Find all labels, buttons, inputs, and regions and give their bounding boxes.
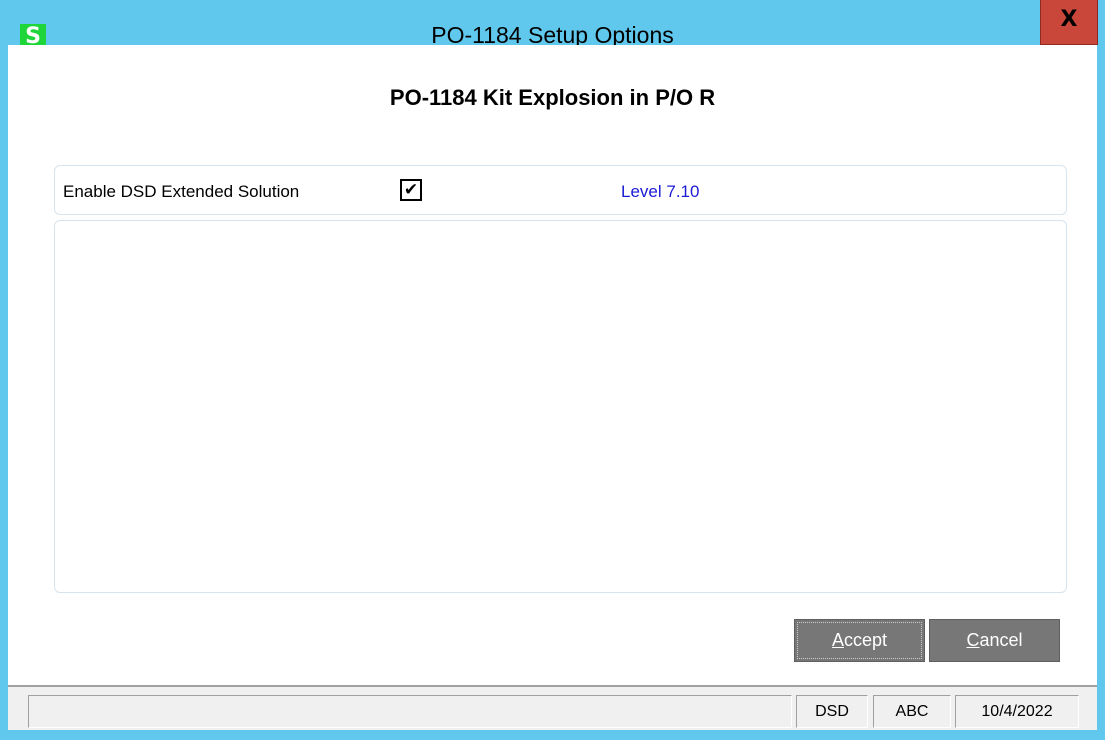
enable-dsd-checkbox[interactable]: ✔ bbox=[400, 179, 422, 201]
dialog-body: PO-1184 Kit Explosion in P/O R Enable DS… bbox=[8, 45, 1097, 730]
accept-label: ccept bbox=[843, 630, 888, 650]
cancel-button[interactable]: Cancel bbox=[929, 619, 1060, 662]
status-date: 10/4/2022 bbox=[955, 695, 1079, 728]
status-company: ABC bbox=[873, 695, 951, 728]
status-bar: DSD ABC 10/4/2022 bbox=[8, 685, 1097, 730]
cancel-mnemonic: C bbox=[966, 630, 980, 650]
enable-dsd-label: Enable DSD Extended Solution bbox=[63, 182, 300, 201]
close-button[interactable]: X bbox=[1040, 0, 1098, 45]
options-panel bbox=[54, 220, 1067, 593]
setup-options-window: S PO-1184 Setup Options X PO-1184 Kit Ex… bbox=[0, 0, 1105, 740]
page-title: PO-1184 Kit Explosion in P/O R bbox=[389, 85, 716, 110]
cancel-label: ancel bbox=[979, 630, 1023, 650]
accept-button[interactable]: Accept bbox=[794, 619, 925, 662]
enable-option-group: Enable DSD Extended Solution ✔ Level 7.1… bbox=[54, 165, 1067, 215]
accept-mnemonic: A bbox=[831, 630, 844, 650]
status-company-code: DSD bbox=[796, 695, 868, 728]
level-text: Level 7.10 bbox=[621, 182, 700, 201]
status-message bbox=[28, 695, 792, 728]
